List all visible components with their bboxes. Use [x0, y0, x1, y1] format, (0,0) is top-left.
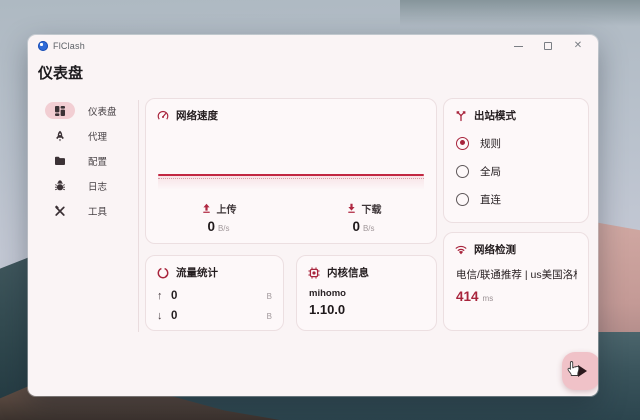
traffic-download-unit: B: [267, 312, 272, 321]
download-label: 下载: [362, 201, 382, 216]
card-title: 内核信息: [327, 265, 369, 280]
traffic-upload-row: ↑ 0 B: [157, 286, 272, 306]
down-arrow-icon: ↓: [157, 310, 171, 322]
outbound-mode-card: 出站模式 规则 全局 直连: [443, 98, 589, 223]
latency-unit: ms: [483, 294, 494, 303]
network-speed-card: 网络速度 上传 0 B/s: [145, 98, 437, 244]
radio-selected-icon[interactable]: [456, 137, 469, 150]
card-title: 网络检测: [474, 242, 516, 257]
titlebar[interactable]: FlClash ✕: [28, 35, 598, 57]
card-title: 流量统计: [176, 265, 218, 280]
upload-unit: B/s: [218, 224, 230, 233]
sidebar-divider: [138, 100, 139, 332]
sidebar-label: 代理: [88, 129, 107, 143]
sidebar-item-dashboard[interactable]: 仪表盘: [45, 98, 137, 123]
folder-icon: [54, 155, 66, 167]
call-split-icon: [455, 110, 467, 122]
tools-icon: [54, 205, 66, 217]
download-unit: B/s: [363, 224, 375, 233]
outbound-option-global[interactable]: 全局: [456, 157, 588, 185]
start-proxy-fab[interactable]: [562, 352, 598, 390]
upload-label: 上传: [217, 201, 237, 216]
data-usage-icon: [157, 267, 169, 279]
radio-label: 规则: [480, 136, 501, 151]
upload-value: 0: [207, 219, 215, 234]
network-check-card: 网络检测 电信/联通推荐 | us美国洛杉... 414 ms: [443, 232, 589, 331]
app-logo-icon: [38, 41, 48, 51]
latency-value: 414: [456, 289, 479, 304]
sidebar-item-tools[interactable]: 工具: [45, 198, 137, 223]
netcheck-latency: 414 ms: [456, 289, 588, 304]
sidebar-label: 工具: [88, 204, 107, 218]
download-stat: 下载 0 B/s: [291, 201, 436, 234]
sidebar-label: 仪表盘: [88, 104, 117, 118]
netcheck-provider: 电信/联通推荐 | us美国洛杉...: [456, 267, 577, 282]
page-title: 仪表盘: [38, 62, 83, 83]
dashboard-icon: [54, 105, 66, 117]
traffic-download-row: ↓ 0 B: [157, 306, 272, 326]
app-name: FlClash: [53, 41, 85, 51]
speedometer-icon: [157, 110, 169, 122]
bug-icon: [54, 180, 66, 192]
download-value: 0: [352, 219, 360, 234]
sidebar-item-proxies[interactable]: 代理: [45, 123, 137, 148]
wallpaper-top-shadow: [400, 0, 640, 26]
outbound-option-direct[interactable]: 直连: [456, 185, 588, 213]
outbound-option-rule[interactable]: 规则: [456, 129, 588, 157]
close-button[interactable]: ✕: [572, 40, 584, 52]
card-title: 网络速度: [176, 108, 218, 123]
traffic-upload-unit: B: [267, 292, 272, 301]
desktop: FlClash ✕ 仪表盘 仪表盘 代理 配置: [0, 0, 640, 420]
download-arrow-icon: [346, 203, 357, 214]
sidebar: 仪表盘 代理 配置 日志 工具: [45, 98, 137, 223]
window-controls: ✕: [512, 40, 588, 52]
play-icon: [578, 365, 587, 377]
chip-icon: [308, 267, 320, 279]
sidebar-item-logs[interactable]: 日志: [45, 173, 137, 198]
app-window: FlClash ✕ 仪表盘 仪表盘 代理 配置: [28, 35, 598, 396]
sidebar-label: 配置: [88, 154, 107, 168]
core-name: mihomo: [297, 280, 436, 299]
speed-chart: [158, 174, 424, 194]
core-info-card: 内核信息 mihomo 1.10.0: [296, 255, 437, 331]
traffic-download-value: 0: [171, 310, 177, 322]
upload-stat: 上传 0 B/s: [146, 201, 291, 234]
core-version: 1.10.0: [297, 299, 436, 317]
up-arrow-icon: ↑: [157, 290, 171, 302]
sidebar-item-profiles[interactable]: 配置: [45, 148, 137, 173]
radio-unselected-icon[interactable]: [456, 165, 469, 178]
card-title: 出站模式: [474, 108, 516, 123]
maximize-button[interactable]: [542, 40, 554, 52]
wifi-check-icon: [455, 244, 467, 256]
rocket-icon: [54, 130, 66, 142]
radio-unselected-icon[interactable]: [456, 193, 469, 206]
traffic-stats-card: 流量统计 ↑ 0 B ↓ 0 B: [145, 255, 284, 331]
upload-arrow-icon: [201, 203, 212, 214]
sidebar-label: 日志: [88, 179, 107, 193]
radio-label: 全局: [480, 164, 501, 179]
speed-chart-fill: [158, 176, 424, 190]
radio-label: 直连: [480, 192, 501, 207]
minimize-button[interactable]: [512, 40, 524, 52]
traffic-upload-value: 0: [171, 290, 177, 302]
